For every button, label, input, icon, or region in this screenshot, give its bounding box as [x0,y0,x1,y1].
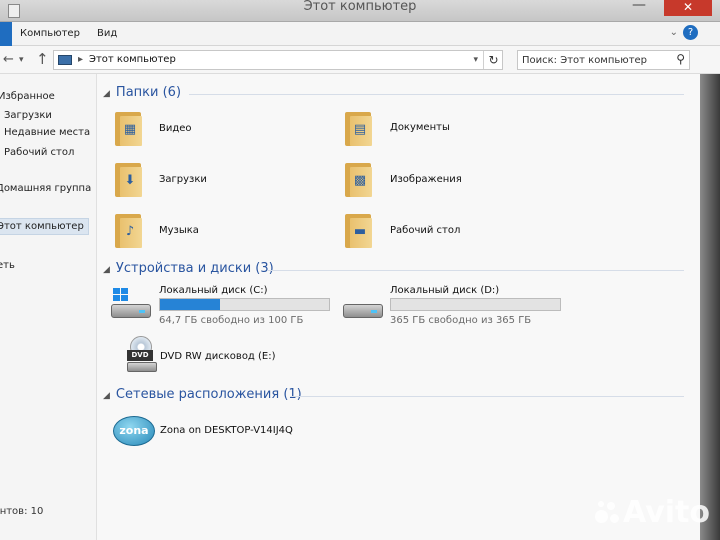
group-title: Папки (6) [115,85,182,100]
zona-icon: zona [113,416,155,446]
dvd-drive-icon: DVD [127,336,157,374]
dvd-badge: DVD [127,350,153,361]
computer-icon [58,55,72,65]
group-title: Сетевые расположения (1) [115,387,302,402]
ribbon-expand-icon[interactable]: ⌄ [670,27,678,38]
nav-item-recent[interactable]: Недавние места [4,127,90,138]
nav-item-downloads[interactable]: Загрузки [4,110,52,121]
watermark-text: Avito [623,495,710,530]
drive-usage-bar [159,298,330,311]
collapse-arrow-icon[interactable]: ◢ [103,89,110,99]
hard-drive-icon [343,288,383,318]
content-pane: ◢ Папки (6) ▦ Видео ▤ Документы ⬇ Загрузк… [97,74,700,540]
network-location-label: Zona on DESKTOP-V14IJ4Q [160,425,293,436]
close-button[interactable]: ✕ [664,0,712,16]
search-icon[interactable]: ⚲ [676,52,685,66]
folder-label: Рабочий стол [390,225,461,236]
nav-item-homegroup[interactable]: Домашняя группа [0,183,91,194]
recent-locations-chevron-icon[interactable]: ▾ [19,55,24,65]
window-title: Этот компьютер [303,0,417,14]
drive-name: Локальный диск (D:) [390,285,500,296]
documents-folder-icon: ▤ [345,108,373,146]
drive-usage-bar [390,298,561,311]
downloads-folder-icon: ⬇ [115,159,143,197]
windows-drive-icon [111,288,151,318]
up-button[interactable]: ↑ [36,50,49,68]
avito-logo-icon [595,500,620,524]
back-button[interactable]: ← [3,52,14,67]
breadcrumb[interactable]: Этот компьютер [89,54,176,65]
address-dropdown-icon[interactable]: ▾ [473,55,478,65]
group-header-devices[interactable]: ◢ Устройства и диски (3) [103,261,274,276]
music-folder-icon: ♪ [115,210,143,248]
collapse-arrow-icon[interactable]: ◢ [103,391,110,401]
navigation-pane: Избранное Загрузки Недавние места Рабочи… [0,74,97,540]
nav-item-network[interactable]: Сеть [0,260,15,271]
group-divider [292,396,684,397]
breadcrumb-separator[interactable]: ▸ [78,54,83,65]
group-divider [189,94,684,95]
folder-label: Видео [159,123,192,134]
help-icon[interactable]: ? [683,25,698,40]
title-bar: Этот компьютер — ✕ [0,0,720,22]
avito-watermark: Avito [595,495,710,530]
group-header-folders[interactable]: ◢ Папки (6) [103,85,181,100]
address-field[interactable]: ▸ Этот компьютер ▾ [53,50,503,70]
drive-name: Локальный диск (C:) [159,285,268,296]
drive-name: DVD RW дисковод (E:) [160,351,276,362]
drive-free-space: 64,7 ГБ свободно из 100 ГБ [159,315,304,326]
file-tab[interactable] [0,22,12,46]
search-box[interactable]: ⚲ [517,50,690,70]
minimize-button[interactable]: — [624,0,654,16]
collapse-arrow-icon[interactable]: ◢ [103,265,110,275]
pictures-folder-icon: ▩ [345,159,373,197]
drive-usage-fill [160,299,220,310]
status-item-count: ментов: 10 [0,506,44,517]
drive-free-space: 365 ГБ свободно из 365 ГБ [390,315,532,326]
group-title: Устройства и диски (3) [115,261,274,276]
nav-item-this-pc[interactable]: Этот компьютер [0,218,89,235]
folder-label: Документы [390,122,450,133]
search-input[interactable] [522,53,667,67]
group-header-network[interactable]: ◢ Сетевые расположения (1) [103,387,302,402]
nav-item-favorites[interactable]: Избранное [0,91,55,102]
refresh-button[interactable]: ↻ [483,51,503,69]
ribbon: Компьютер Вид ⌄ ? [0,22,720,46]
screen-bezel [700,74,720,540]
group-divider [267,270,684,271]
folder-label: Музыка [159,225,199,236]
address-toolbar: ← ▾ ↑ ▸ Этот компьютер ▾ ↻ ⚲ [0,46,720,74]
folder-label: Загрузки [159,174,207,185]
folder-label: Изображения [390,174,462,185]
tab-view[interactable]: Вид [97,28,117,39]
nav-item-desktop[interactable]: Рабочий стол [4,147,74,158]
desktop-folder-icon: ▬ [345,210,373,248]
tab-computer[interactable]: Компьютер [20,28,80,39]
video-folder-icon: ▦ [115,108,143,146]
